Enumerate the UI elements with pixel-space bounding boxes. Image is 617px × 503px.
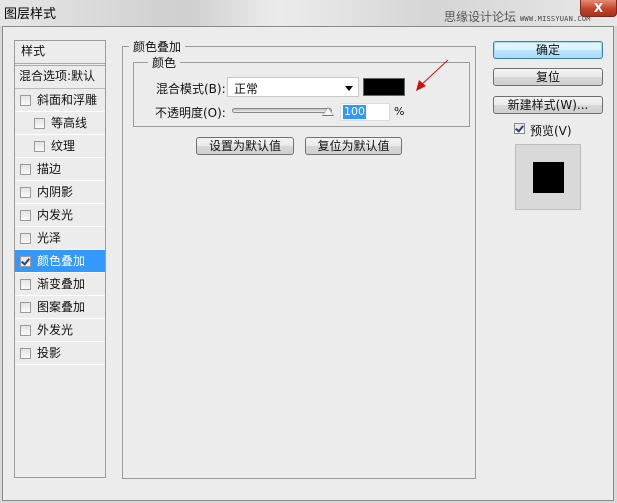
style-list-header[interactable]: 样式 (15, 41, 105, 64)
style-checkbox[interactable] (20, 255, 31, 267)
color-overlay-title: 颜色叠加 (129, 38, 186, 55)
style-list-item[interactable]: 描边 (15, 158, 105, 181)
style-checkbox[interactable] (34, 117, 45, 129)
opacity-input[interactable]: 100 (340, 103, 390, 121)
watermark-text: 思缘设计论坛 (444, 10, 517, 24)
style-list-item[interactable]: 颜色叠加 (15, 250, 105, 273)
style-checkbox[interactable] (20, 301, 31, 313)
style-list-item-label: 描边 (37, 162, 62, 176)
style-checkbox[interactable] (20, 163, 31, 175)
style-checkbox[interactable] (20, 94, 31, 106)
style-list-item[interactable]: 纹理 (15, 135, 105, 158)
window-title: 图层样式 (4, 7, 57, 22)
ok-button[interactable]: 确定 (493, 41, 603, 59)
style-list-item[interactable]: 外发光 (15, 319, 105, 342)
style-list-item-label: 内发光 (37, 208, 74, 222)
style-list-item-label: 内阴影 (37, 185, 74, 199)
style-list-item-label: 渐变叠加 (37, 277, 86, 291)
preview-thumbnail (515, 144, 581, 210)
style-checkbox[interactable] (20, 209, 31, 221)
chevron-down-icon (345, 86, 353, 91)
style-checkbox[interactable] (20, 324, 31, 336)
set-default-button[interactable]: 设置为默认值 (196, 137, 294, 155)
overlay-color-swatch[interactable] (363, 78, 405, 96)
red-arrow-annotation (416, 59, 449, 91)
style-list-item-label: 外发光 (37, 323, 74, 337)
preview-label: 预览(V) (530, 124, 572, 138)
percent-sign: % (394, 105, 405, 118)
reset-button[interactable]: 复位 (493, 68, 603, 86)
title-bar: 图层样式 思缘设计论坛 WWW.MISSYUAN.COM X (0, 0, 617, 26)
style-list-item[interactable]: 光泽 (15, 227, 105, 250)
blend-mode-label: 混合模式(B): (156, 82, 226, 96)
style-list-item-label: 纹理 (51, 139, 76, 153)
style-list: 样式 混合选项:默认 斜面和浮雕等高线纹理描边内阴影内发光光泽颜色叠加渐变叠加图… (14, 40, 106, 478)
style-list-item[interactable]: 图案叠加 (15, 296, 105, 319)
reset-default-button[interactable]: 复位为默认值 (305, 137, 402, 155)
preview-swatch (533, 162, 564, 193)
preview-checkbox[interactable] (514, 123, 525, 134)
blend-mode-select[interactable]: 正常 (227, 77, 359, 97)
blend-mode-value: 正常 (234, 82, 259, 96)
blending-options-item[interactable]: 混合选项:默认 (15, 65, 105, 89)
color-subgroup-title: 颜色 (148, 54, 181, 71)
watermark-url: WWW.MISSYUAN.COM (520, 15, 591, 23)
style-list-item[interactable]: 斜面和浮雕 (15, 89, 105, 112)
style-list-item[interactable]: 渐变叠加 (15, 273, 105, 296)
style-list-item-label: 光泽 (37, 231, 62, 245)
opacity-slider-thumb[interactable] (322, 107, 334, 116)
opacity-slider[interactable] (232, 108, 332, 113)
style-list-item[interactable]: 内发光 (15, 204, 105, 227)
close-icon: X (593, 1, 604, 15)
style-list-item-label: 颜色叠加 (37, 254, 86, 268)
style-list-item-label: 斜面和浮雕 (37, 93, 98, 107)
style-checkbox[interactable] (20, 347, 31, 359)
style-checkbox[interactable] (20, 232, 31, 244)
style-checkbox[interactable] (20, 278, 31, 290)
checkmark-icon (515, 124, 524, 133)
new-style-button[interactable]: 新建样式(W)... (493, 96, 603, 114)
style-checkbox[interactable] (20, 186, 31, 198)
style-list-item[interactable]: 投影 (15, 342, 105, 365)
style-checkbox[interactable] (34, 140, 45, 152)
style-list-item[interactable]: 内阴影 (15, 181, 105, 204)
style-list-item[interactable]: 等高线 (15, 112, 105, 135)
opacity-label: 不透明度(O): (155, 106, 226, 120)
style-list-item-label: 等高线 (51, 116, 88, 130)
opacity-value: 100 (343, 105, 366, 119)
close-button[interactable]: X (580, 0, 617, 17)
watermark: 思缘设计论坛 WWW.MISSYUAN.COM (444, 8, 591, 25)
style-list-item-label: 投影 (37, 346, 62, 360)
style-list-item-label: 图案叠加 (37, 300, 86, 314)
